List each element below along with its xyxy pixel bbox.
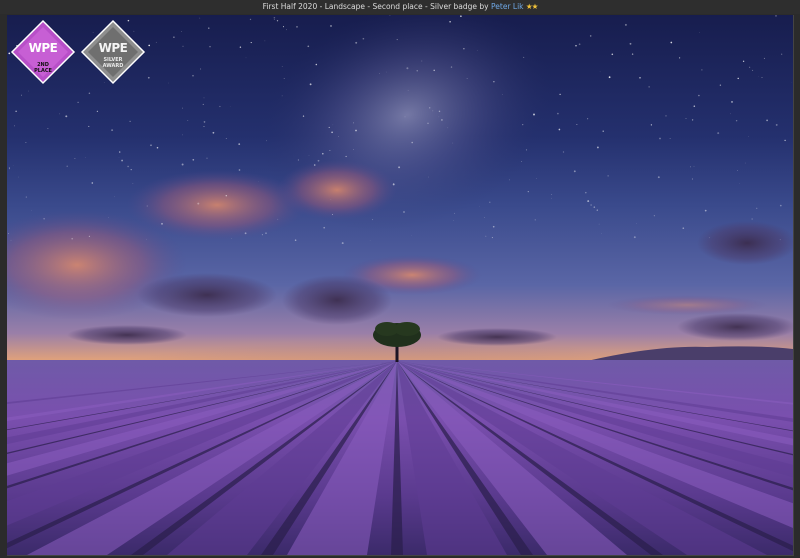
rating-stars-icon: ★★ [525,2,538,11]
second-place-badge: WPE 2ND PLACE [10,19,76,85]
caption-bar: First Half 2020 - Landscape - Second pla… [0,0,800,14]
silver-award-badge: WPE SILVER AWARD [80,19,146,85]
photo-canvas [7,15,793,555]
badge-line2: PLACE [34,68,52,74]
caption-text: First Half 2020 - Landscape - Second pla… [262,2,489,11]
badge-logo: WPE [28,41,58,55]
badge-line2: AWARD [102,63,124,69]
badge-logo: WPE [98,41,128,55]
photographer-link[interactable]: Peter Lik [491,2,524,11]
lavender-field-photo: WPE 2ND PLACE WPE SILVER AWARD [7,15,794,556]
